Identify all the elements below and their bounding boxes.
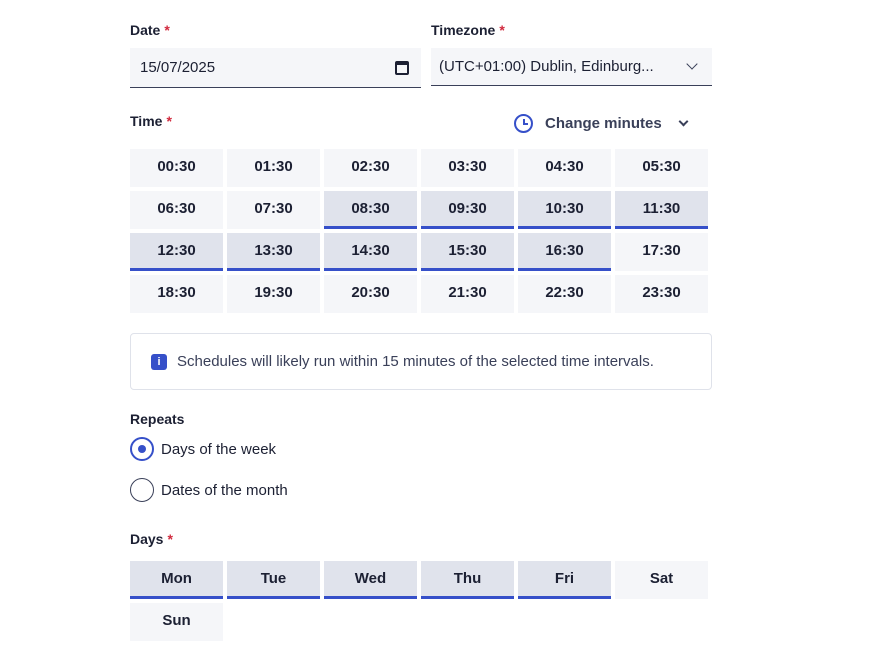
- chevron-down-icon: [686, 58, 698, 70]
- time-slot-1030[interactable]: 10:30: [518, 191, 611, 229]
- time-slot-2330[interactable]: 23:30: [615, 275, 708, 313]
- day-sun[interactable]: Sun: [130, 603, 223, 641]
- info-banner: i Schedules will likely run within 15 mi…: [130, 333, 712, 390]
- time-slot-0130[interactable]: 01:30: [227, 149, 320, 187]
- radio-label: Dates of the month: [161, 481, 288, 499]
- day-thu[interactable]: Thu: [421, 561, 514, 599]
- time-slot-grid: 00:30 01:30 02:30 03:30 04:30 05:30 06:30 07:30…: [130, 149, 708, 313]
- time-slot-2030[interactable]: 20:30: [324, 275, 417, 313]
- days-label: Days *: [130, 531, 173, 547]
- time-slot-1630[interactable]: 16:30: [518, 233, 611, 271]
- change-minutes-button[interactable]: Change minutes: [514, 114, 689, 133]
- date-label: Date *: [130, 22, 170, 38]
- time-slot-0930[interactable]: 09:30: [421, 191, 514, 229]
- time-slot-1130[interactable]: 11:30: [615, 191, 708, 229]
- time-slot-2130[interactable]: 21:30: [421, 275, 514, 313]
- day-fri[interactable]: Fri: [518, 561, 611, 599]
- day-wed[interactable]: Wed: [324, 561, 417, 599]
- time-slot-1730[interactable]: 17:30: [615, 233, 708, 271]
- date-label-text: Date: [130, 22, 161, 38]
- day-grid: Mon Tue Wed Thu Fri Sat Sun: [130, 561, 708, 641]
- day-sat[interactable]: Sat: [615, 561, 708, 599]
- time-slot-0630[interactable]: 06:30: [130, 191, 223, 229]
- time-slot-1330[interactable]: 13:30: [227, 233, 320, 271]
- date-value: 15/07/2025: [140, 59, 216, 76]
- time-slot-2230[interactable]: 22:30: [518, 275, 611, 313]
- time-slot-0330[interactable]: 03:30: [421, 149, 514, 187]
- time-slot-0430[interactable]: 04:30: [518, 149, 611, 187]
- repeats-label: Repeats: [130, 411, 185, 427]
- required-mark: *: [164, 22, 170, 38]
- radio-label: Days of the week: [161, 440, 277, 458]
- time-slot-1930[interactable]: 19:30: [227, 275, 320, 313]
- time-label: Time *: [130, 113, 172, 129]
- timezone-label-text: Timezone: [431, 22, 496, 38]
- radio-button[interactable]: [130, 437, 154, 461]
- timezone-select[interactable]: (UTC+01:00) Dublin, Edinburg...: [431, 48, 712, 86]
- time-slot-1830[interactable]: 18:30: [130, 275, 223, 313]
- info-icon: i: [151, 353, 167, 370]
- clock-icon: [514, 114, 533, 133]
- radio-button[interactable]: [130, 478, 154, 502]
- calendar-icon[interactable]: [395, 60, 409, 75]
- timezone-label: Timezone *: [431, 22, 505, 38]
- required-mark: *: [166, 113, 172, 129]
- day-mon[interactable]: Mon: [130, 561, 223, 599]
- date-field[interactable]: 15/07/2025: [130, 48, 421, 88]
- chevron-down-icon: [678, 116, 689, 127]
- radio-dates-of-month[interactable]: Dates of the month: [130, 478, 288, 502]
- time-label-text: Time: [130, 113, 163, 129]
- time-slot-0730[interactable]: 07:30: [227, 191, 320, 229]
- time-slot-0530[interactable]: 05:30: [615, 149, 708, 187]
- days-label-text: Days: [130, 531, 164, 547]
- day-tue[interactable]: Tue: [227, 561, 320, 599]
- time-slot-0230[interactable]: 02:30: [324, 149, 417, 187]
- time-slot-0030[interactable]: 00:30: [130, 149, 223, 187]
- change-minutes-label: Change minutes: [545, 115, 662, 132]
- time-slot-1430[interactable]: 14:30: [324, 233, 417, 271]
- required-mark: *: [167, 531, 173, 547]
- timezone-value: (UTC+01:00) Dublin, Edinburg...: [439, 58, 654, 75]
- radio-days-of-week[interactable]: Days of the week: [130, 437, 276, 461]
- info-text: Schedules will likely run within 15 minu…: [177, 353, 654, 370]
- required-mark: *: [499, 22, 505, 38]
- time-slot-0830[interactable]: 08:30: [324, 191, 417, 229]
- time-slot-1530[interactable]: 15:30: [421, 233, 514, 271]
- time-slot-1230[interactable]: 12:30: [130, 233, 223, 271]
